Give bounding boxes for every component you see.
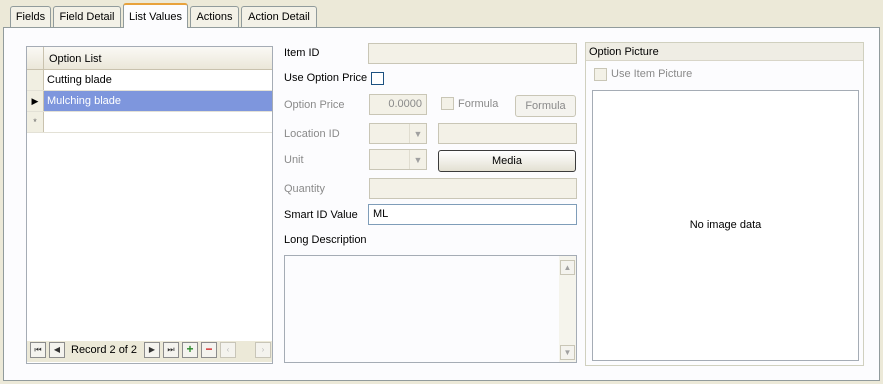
column-header-option-list[interactable]: Option List [49,53,102,65]
quantity-field[interactable] [369,178,577,199]
plus-icon: + [186,342,194,356]
new-row-indicator: * [27,112,44,132]
table-cell: Mulching blade [47,95,121,107]
chevron-down-icon: ▼ [409,150,426,169]
option-picture-title: Option Picture [586,43,863,61]
option-picture-group: Option Picture Use Item Picture No image… [585,42,864,366]
option-price-field[interactable]: 0.0000 [369,94,427,115]
first-record-button[interactable]: ⏮ [30,342,46,358]
table-row[interactable]: Cutting blade [27,70,272,91]
chevron-left-icon: ‹ [226,345,230,354]
use-option-price-checkbox[interactable] [371,72,384,85]
record-counter: Record 2 of 2 [71,344,138,356]
scroll-left-button[interactable]: ‹ [220,342,236,358]
long-description-label: Long Description [284,234,367,246]
smart-id-label: Smart ID Value [284,209,358,221]
unit-label: Unit [284,154,304,166]
vertical-scrollbar[interactable]: ▲ ▼ [559,256,576,362]
picture-box[interactable]: No image data [592,90,859,361]
add-record-button[interactable]: + [182,342,198,358]
option-price-label: Option Price [284,99,345,111]
first-icon: ⏮ [34,345,42,354]
formula-button[interactable]: Formula [515,95,576,117]
new-row[interactable]: * [27,112,272,133]
long-description-field[interactable]: ▲ ▼ [284,255,577,363]
smart-id-field[interactable]: ML [368,204,577,225]
last-record-button[interactable]: ⏭ [163,342,179,358]
prev-record-button[interactable]: ◀ [49,342,65,358]
table-cell: Cutting blade [47,74,112,86]
media-button[interactable]: Media [438,150,576,172]
location-description-field[interactable] [438,123,577,144]
scroll-up-icon[interactable]: ▲ [560,260,575,275]
record-navigator: ⏮ ◀ Record 2 of 2 ▶ ⏭ + − ‹ › [27,341,272,362]
row-indicator [27,70,44,90]
minus-icon: − [205,342,213,356]
chevron-down-icon: ▼ [409,124,426,143]
formula-checkbox[interactable] [441,97,454,110]
use-item-picture-label: Use Item Picture [611,68,693,80]
location-id-label: Location ID [284,128,340,140]
row-indicator-current: ▶ [27,91,44,111]
prev-icon: ◀ [53,345,61,354]
item-id-field[interactable] [368,43,577,64]
next-icon: ▶ [148,345,156,354]
chevron-right-icon: › [261,345,265,354]
option-list-grid: Option List Cutting blade ▶ Mulching bla… [26,46,273,364]
last-icon: ⏭ [167,345,175,354]
quantity-label: Quantity [284,183,325,195]
grid-header: Option List [27,47,272,70]
scroll-down-icon[interactable]: ▼ [560,345,575,360]
header-indicator [27,47,44,69]
next-record-button[interactable]: ▶ [144,342,160,358]
use-option-price-label: Use Option Price [284,72,368,84]
item-id-label: Item ID [284,47,320,59]
unit-dropdown[interactable]: ▼ [369,149,427,170]
scroll-right-button[interactable]: › [255,342,271,358]
table-row-selected[interactable]: ▶ Mulching blade [27,91,272,112]
delete-record-button[interactable]: − [201,342,217,358]
formula-checkbox-label: Formula [458,98,499,110]
use-item-picture-checkbox[interactable] [594,68,607,81]
media-button-label: Media [492,155,522,167]
formula-button-label: Formula [525,100,566,112]
location-id-dropdown[interactable]: ▼ [369,123,427,144]
no-image-text: No image data [689,219,762,231]
